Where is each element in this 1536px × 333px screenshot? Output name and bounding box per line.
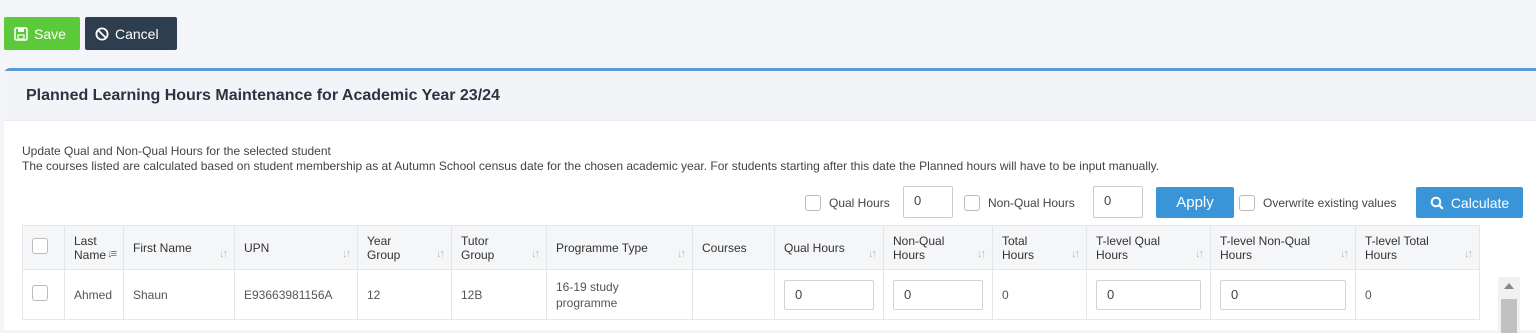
table-scrollbar[interactable] bbox=[1498, 277, 1520, 333]
sort-icon: ↓↑ bbox=[1071, 248, 1080, 260]
description-line-1: Update Qual and Non-Qual Hours for the s… bbox=[22, 144, 331, 158]
cancel-label: Cancel bbox=[115, 25, 159, 42]
tlevel-qual-cell-input[interactable]: 0 bbox=[1096, 279, 1201, 310]
overwrite-label: Overwrite existing values bbox=[1263, 196, 1397, 210]
save-button[interactable]: Save bbox=[4, 17, 80, 50]
col-programme-type-label: Programme Type bbox=[556, 240, 648, 255]
row-select-cell bbox=[22, 269, 65, 320]
col-nonqual-hours[interactable]: Non-Qual Hours ↓↑ bbox=[883, 225, 993, 270]
sort-icon: ↓↑ bbox=[436, 248, 445, 260]
top-toolbar: Save Cancel bbox=[0, 0, 1536, 60]
col-qual-hours-label: Qual Hours bbox=[784, 240, 845, 255]
cell-tutor-group: 12B bbox=[451, 269, 547, 320]
cell-upn: E93663981156A bbox=[234, 269, 358, 320]
sort-icon: ↓↑ bbox=[1195, 248, 1204, 260]
cell-programme-type: 16-19 study programme bbox=[546, 269, 693, 320]
qual-hours-input[interactable]: 0 bbox=[903, 186, 953, 218]
sort-icon: ↓↑ bbox=[1340, 248, 1349, 260]
col-tlevel-nonqual[interactable]: T-level Non-Qual Hours ↓↑ bbox=[1210, 225, 1356, 270]
col-last-name[interactable]: Last Name ↓≡ bbox=[64, 225, 124, 270]
nonqual-hours-label: Non-Qual Hours bbox=[988, 196, 1075, 210]
col-first-name-label: First Name bbox=[133, 240, 192, 255]
col-first-name[interactable]: First Name ↓↑ bbox=[123, 225, 235, 270]
apply-button[interactable]: Apply bbox=[1156, 187, 1234, 218]
select-all-header bbox=[22, 225, 65, 270]
calculate-button[interactable]: Calculate bbox=[1416, 187, 1523, 218]
nonqual-hours-checkbox[interactable] bbox=[964, 195, 980, 211]
col-tlevel-total-label: T-level Total Hours bbox=[1365, 233, 1429, 262]
cell-total-hours: 0 bbox=[992, 269, 1087, 320]
col-nonqual-hours-label: Non-Qual Hours bbox=[893, 233, 945, 262]
sort-asc-icon: ↓≡ bbox=[107, 248, 117, 260]
table-header-row: Last Name ↓≡ First Name ↓↑ UPN ↓↑ Year Grou… bbox=[22, 225, 1480, 270]
cancel-button[interactable]: Cancel bbox=[85, 17, 177, 50]
students-table: Last Name ↓≡ First Name ↓↑ UPN ↓↑ Year Grou… bbox=[22, 225, 1480, 320]
qual-hours-option[interactable]: Qual Hours bbox=[805, 195, 890, 211]
cell-last-name: Ahmed bbox=[64, 269, 124, 320]
cell-tlevel-qual: 0 bbox=[1086, 269, 1211, 320]
col-qual-hours[interactable]: Qual Hours ↓↑ bbox=[774, 225, 884, 270]
overwrite-option[interactable]: Overwrite existing values bbox=[1239, 195, 1396, 211]
col-tlevel-qual-label: T-level Qual Hours bbox=[1096, 233, 1161, 262]
col-year-group[interactable]: Year Group ↓↑ bbox=[357, 225, 452, 270]
col-upn[interactable]: UPN ↓↑ bbox=[234, 225, 358, 270]
select-all-checkbox[interactable] bbox=[32, 238, 48, 254]
cell-year-group: 12 bbox=[357, 269, 452, 320]
qual-hours-label: Qual Hours bbox=[829, 196, 890, 210]
nonqual-hours-input[interactable]: 0 bbox=[1093, 186, 1143, 218]
col-programme-type[interactable]: Programme Type ↓↑ bbox=[546, 225, 693, 270]
sort-icon: ↓↑ bbox=[977, 248, 986, 260]
col-tutor-group-label: Tutor Group bbox=[461, 233, 495, 262]
col-courses: Courses bbox=[692, 225, 775, 270]
col-tutor-group[interactable]: Tutor Group ↓↑ bbox=[451, 225, 547, 270]
nonqual-hours-cell-input[interactable]: 0 bbox=[893, 279, 983, 310]
col-tlevel-total[interactable]: T-level Total Hours ↓↑ bbox=[1355, 225, 1480, 270]
search-icon bbox=[1430, 196, 1444, 210]
sort-icon: ↓↑ bbox=[531, 248, 540, 260]
sort-icon: ↓↑ bbox=[342, 248, 351, 260]
col-total-hours-label: Total Hours bbox=[1002, 233, 1035, 262]
calculate-label: Calculate bbox=[1450, 194, 1510, 211]
col-courses-label: Courses bbox=[702, 240, 747, 255]
tlevel-nonqual-cell-input[interactable]: 0 bbox=[1220, 279, 1346, 310]
floppy-disk-icon bbox=[14, 26, 28, 41]
cell-nonqual-hours: 0 bbox=[883, 269, 993, 320]
sort-icon: ↓↑ bbox=[219, 248, 228, 260]
overwrite-checkbox[interactable] bbox=[1239, 195, 1255, 211]
col-tlevel-qual[interactable]: T-level Qual Hours ↓↑ bbox=[1086, 225, 1211, 270]
nonqual-hours-option[interactable]: Non-Qual Hours bbox=[964, 195, 1075, 211]
col-tlevel-nonqual-label: T-level Non-Qual Hours bbox=[1220, 233, 1311, 262]
cell-tlevel-nonqual: 0 bbox=[1210, 269, 1356, 320]
cell-qual-hours: 0 bbox=[774, 269, 884, 320]
qual-hours-cell-input[interactable]: 0 bbox=[784, 279, 874, 310]
cell-courses bbox=[692, 269, 775, 320]
col-total-hours[interactable]: Total Hours ↓↑ bbox=[992, 225, 1087, 270]
hours-panel: Planned Learning Hours Maintenance for A… bbox=[4, 68, 1536, 333]
col-year-group-label: Year Group bbox=[367, 233, 401, 262]
programme-type-text: 16-19 study programme bbox=[556, 279, 619, 310]
qual-hours-checkbox[interactable] bbox=[805, 195, 821, 211]
description-line-2: The courses listed are calculated based … bbox=[22, 159, 1160, 173]
bulk-controls: Qual Hours 0 Non-Qual Hours 0 Apply Over… bbox=[4, 186, 1536, 221]
col-upn-label: UPN bbox=[244, 240, 270, 255]
scroll-up-arrow-icon[interactable] bbox=[1504, 283, 1514, 289]
ban-icon bbox=[95, 27, 109, 40]
scroll-thumb[interactable] bbox=[1501, 299, 1517, 333]
save-label: Save bbox=[34, 25, 66, 42]
sort-icon: ↓↑ bbox=[868, 248, 877, 260]
row-checkbox[interactable] bbox=[32, 284, 48, 301]
cell-tlevel-total: 0 bbox=[1355, 269, 1480, 320]
table-row[interactable]: Ahmed Shaun E93663981156A 12 12B 16-19 s… bbox=[22, 269, 1480, 320]
panel-title: Planned Learning Hours Maintenance for A… bbox=[4, 71, 1536, 121]
sort-icon: ↓↑ bbox=[1464, 248, 1473, 260]
sort-icon: ↓↑ bbox=[677, 248, 686, 260]
cell-first-name: Shaun bbox=[123, 269, 235, 320]
